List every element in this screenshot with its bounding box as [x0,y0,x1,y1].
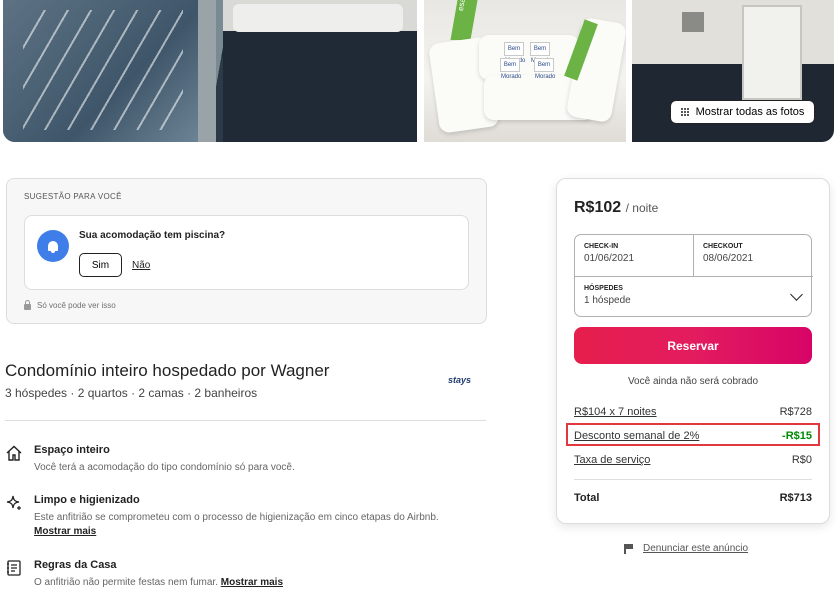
towel-tag: Bem Morado [530,42,551,64]
checkin-label: CHECK-IN [584,243,619,250]
reserve-button[interactable]: Reservar [574,327,812,364]
checkout-field[interactable]: CHECKOUT 08/06/2021 [694,235,813,276]
show-more-link[interactable]: Mostrar mais [34,526,96,537]
not-charged-note: Você ainda não será cobrado [627,376,759,387]
feature-title: Regras da Casa [34,559,117,571]
door [742,5,802,100]
guests-value: 1 hóspede [584,295,631,306]
checkout-value: 08/06/2021 [703,253,754,264]
yes-button[interactable]: Sim [79,253,122,277]
privacy-note-text: Só você pode ver isso [37,301,116,310]
price-line-label[interactable]: R$104 x 7 noites [574,406,657,418]
listing-title: Condomínio inteiro hospedado por Wagner [5,361,330,380]
per-night-label: / noite [625,201,659,215]
checkout-label: CHECKOUT [703,243,743,250]
bed [223,0,417,142]
rules-book-icon [7,560,21,576]
guests-dropdown[interactable]: HÓSPEDES 1 hóspede [575,276,813,318]
lock-icon [24,300,31,310]
show-all-photos-label: Mostrar todas as fotos [695,106,805,118]
price-value: R$102 [574,199,622,216]
towel-tag: Bem Morado [534,58,555,80]
price-line-label[interactable]: Taxa de serviço [574,454,650,466]
listing-photo-towels[interactable]: Bem Morado Bem Morado Bem Morado Bem Mor… [424,0,626,142]
booking-card: R$102 / noite CHECK-IN 01/06/2021 CHECKO… [556,178,830,524]
total-label: Total [574,492,600,504]
window-frame [198,0,216,142]
bell-icon [37,230,69,262]
grid-dots-icon [680,107,690,117]
feature-description-text: O anfitrião não permite festas nem fumar… [34,577,218,588]
suggestion-card: SUGESTÃO PARA VOCÊ Sua acomodação tem pi… [6,178,487,324]
suggestion-question-box: Sua acomodação tem piscina? Sim Não [24,215,469,290]
checkin-value: 01/06/2021 [584,253,635,264]
feature-title: Espaço inteiro [34,444,110,456]
towel-tag: Bem Morado [500,58,521,80]
towel-tag: Bem Morado [504,42,525,64]
listing-details: 3 hóspedes · 2 quartos · 2 camas · 2 ban… [5,386,258,400]
home-icon [6,445,22,461]
price-line-service-fee: Taxa de serviço R$0 [574,454,812,466]
feature-description: Este anfitrião se comprometeu com o proc… [34,512,439,523]
divider [574,479,812,480]
no-link[interactable]: Não [132,260,150,271]
total-row: Total R$713 [574,492,812,504]
window-view [3,0,203,142]
nightly-price: R$102 / noite [574,199,658,217]
flag-icon [624,544,633,554]
wall-picture [682,12,704,32]
host-logo: stays [448,375,472,385]
discount-highlight-box [566,423,820,446]
privacy-note: Só você pode ver isso [24,300,116,310]
sparkle-icon [6,495,21,510]
report-listing-link[interactable]: Denunciar este anúncio [643,543,748,554]
price-line-amount: R$728 [779,406,812,418]
price-line-nights: R$104 x 7 noites R$728 [574,406,812,418]
feature-title: Limpo e higienizado [34,494,140,506]
price-line-amount: R$0 [791,454,812,466]
suggestion-header: SUGESTÃO PARA VOCÊ [24,192,122,201]
guests-label: HÓSPEDES [584,285,623,292]
total-amount: R$713 [779,492,812,504]
show-more-link[interactable]: Mostrar mais [221,577,283,588]
listing-photo-bedroom-window[interactable] [3,0,417,142]
suggestion-question: Sua acomodação tem piscina? [79,230,226,241]
show-all-photos-button[interactable]: Mostrar todas as fotos [670,100,815,124]
dates-guests-picker: CHECK-IN 01/06/2021 CHECKOUT 08/06/2021 … [574,234,813,318]
feature-description: Você terá a acomodação do tipo condomíni… [34,462,295,473]
checkin-field[interactable]: CHECK-IN 01/06/2021 [575,235,694,276]
report-listing[interactable]: Denunciar este anúncio [624,543,748,554]
divider [5,420,486,421]
feature-description: O anfitrião não permite festas nem fumar… [34,577,283,588]
